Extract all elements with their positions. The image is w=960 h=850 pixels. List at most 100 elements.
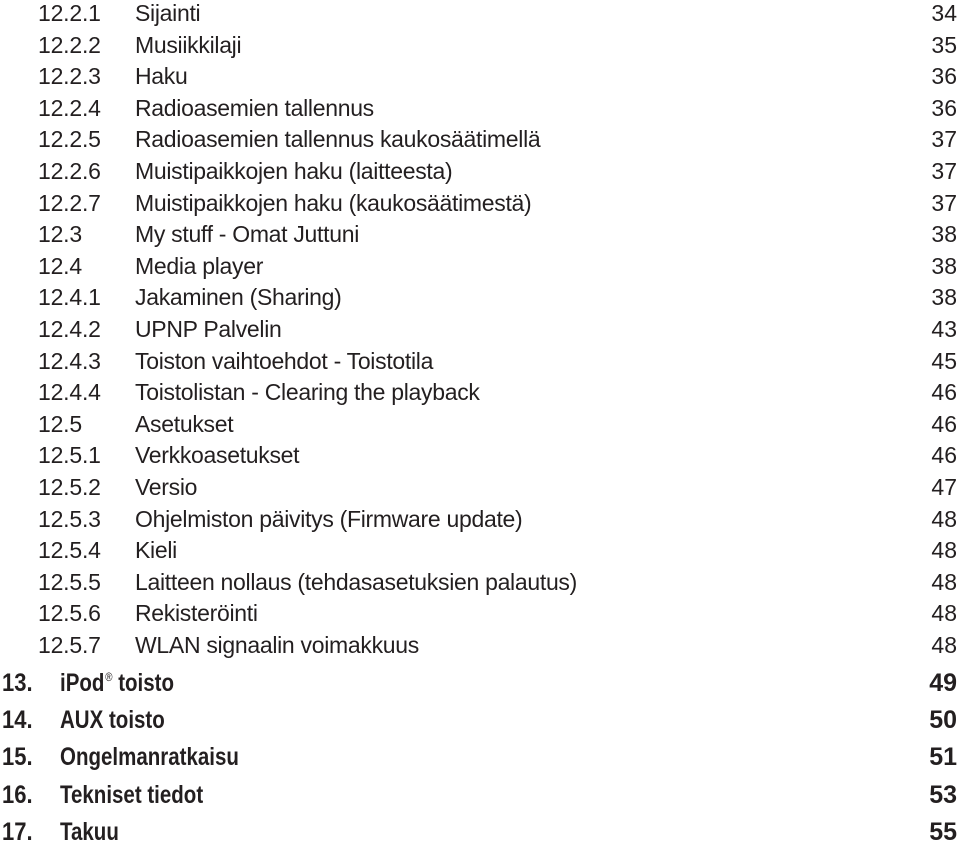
toc-chapter[interactable]: 15. Ongelmanratkaisu 51 [0, 743, 960, 775]
toc-entry-title: Musiikkilaji [135, 31, 242, 58]
toc-entry-page: 48 [931, 600, 957, 627]
toc-entry-title: Media player [135, 252, 264, 279]
toc-entry-page: 36 [931, 63, 957, 90]
toc-entry-number: 12.5.7 [38, 632, 101, 658]
toc-entry-number: 12.5.5 [38, 568, 101, 595]
toc-chapter[interactable]: 16. Tekniset tiedot 53 [0, 781, 960, 813]
toc-entry-title: WLAN signaalin voimakkuus [135, 632, 419, 658]
toc-entry-page: 35 [931, 31, 957, 58]
toc-entry-title: Haku [135, 63, 188, 90]
toc-entry[interactable]: 12.4.2 UPNP Palvelin 43 [0, 316, 960, 348]
toc-entry-page: 48 [931, 505, 957, 532]
toc-entry-page: 43 [931, 316, 957, 342]
toc-chapter-title-text: AUX toisto [60, 706, 165, 735]
toc-entry-number: 12.2.4 [38, 94, 101, 121]
toc-entry-title: Jakaminen (Sharing) [135, 284, 342, 311]
toc-entry-page: 48 [931, 537, 957, 564]
toc-entry[interactable]: 12.2.4 Radioasemien tallennus 36 [0, 95, 960, 127]
toc-entry-page: 38 [931, 221, 957, 248]
toc-entry[interactable]: 12.2.7 Muistipaikkojen haku (kaukosäätime… [0, 190, 960, 222]
toc-chapter-title: iPod® toisto [60, 669, 174, 698]
toc-entry[interactable]: 12.5.7 WLAN signaalin voimakkuus 48 [0, 632, 960, 664]
toc-entry-number: 12.3 [38, 221, 82, 248]
toc-chapter[interactable]: 17. Takuu 55 [0, 818, 960, 850]
toc-entry[interactable]: 12.2.6 Muistipaikkojen haku (laitteesta) 3… [0, 158, 960, 190]
toc-entry-number: 12.2.7 [38, 189, 101, 216]
toc-entry-title: Laitteen nollaus (tehdasasetuksien palau… [135, 568, 577, 595]
toc-chapter-number: 16. [2, 780, 33, 809]
registered-mark: ® [105, 670, 113, 684]
toc-entry[interactable]: 12.5.2 Versio 47 [0, 474, 960, 506]
toc-entry-number: 12.5.2 [38, 474, 101, 500]
toc-entry-number: 12.2.6 [38, 158, 101, 184]
toc-chapter-title-text: Tekniset tiedot [60, 780, 204, 809]
toc-entry[interactable]: 12.4.4 Toistolistan - Clearing the playba… [0, 379, 960, 411]
toc-entry[interactable]: 12.5.1 Verkkoasetukset 46 [0, 442, 960, 474]
toc-entry[interactable]: 12.5.3 Ohjelmiston päivitys (Firmware upd… [0, 506, 960, 538]
toc-entry-page: 37 [931, 126, 957, 153]
toc-entry-title: Radioasemien tallennus [135, 94, 374, 121]
toc-entry-page: 48 [931, 568, 957, 595]
toc-entry-title: Versio [135, 474, 198, 500]
toc-entry-page: 47 [931, 474, 957, 500]
toc-entry-title: Kieli [135, 537, 177, 564]
toc-entry-page: 34 [931, 0, 957, 26]
toc-entry-page: 46 [931, 410, 957, 437]
toc-chapter-page: 50 [929, 706, 957, 735]
toc-entry-title: Muistipaikkojen haku (kaukosäätimestä) [135, 189, 532, 216]
toc-entry-page: 38 [931, 252, 957, 279]
toc-entry-number: 12.2.3 [38, 63, 101, 90]
toc-entry[interactable]: 12.4.3 Toiston vaihtoehdot - Toistotila 45 [0, 348, 960, 380]
toc-entry[interactable]: 12.5.6 Rekisteröinti 48 [0, 600, 960, 632]
toc-chapter-page: 55 [929, 817, 957, 846]
toc-entry[interactable]: 12.2.1 Sijainti 34 [0, 0, 960, 32]
toc-entry-page: 45 [931, 347, 957, 374]
toc-entry[interactable]: 12.2.2 Musiikkilaji 35 [0, 32, 960, 64]
toc-entry-page: 37 [931, 189, 957, 216]
toc-entry[interactable]: 12.4.1 Jakaminen (Sharing) 38 [0, 284, 960, 316]
toc-entry-title: Toiston vaihtoehdot - Toistotila [135, 347, 434, 374]
toc-entry-number: 12.2.2 [38, 31, 101, 58]
toc-entry-page: 37 [931, 158, 957, 184]
toc-entry-page: 38 [931, 284, 957, 311]
toc-entry[interactable]: 12.5.5 Laitteen nollaus (tehdasasetuksien… [0, 569, 960, 601]
toc-entry[interactable]: 12.5.4 Kieli 48 [0, 537, 960, 569]
toc-chapter-page: 49 [929, 669, 957, 697]
toc-entry-number: 12.5.4 [38, 537, 101, 564]
toc-chapter-title: Ongelmanratkaisu [60, 743, 240, 772]
toc-entry-number: 12.4.4 [38, 379, 101, 406]
toc-entry[interactable]: 12.2.3 Haku 36 [0, 63, 960, 95]
toc-entry-title: UPNP Palvelin [135, 316, 282, 342]
toc-chapter-title: AUX toisto [60, 706, 166, 735]
toc-chapter-number: 13. [2, 669, 33, 697]
toc-chapter-title-rest: toisto [112, 669, 174, 697]
toc-entry-number: 12.4 [38, 252, 82, 279]
toc-chapter-title-text: Ongelmanratkaisu [60, 743, 239, 772]
toc-chapter-title: Tekniset tiedot [60, 781, 204, 810]
toc-entry-number: 12.5.1 [38, 442, 101, 469]
toc-entry-number: 12.2.1 [38, 0, 101, 26]
toc-entry[interactable]: 12.4 Media player 38 [0, 253, 960, 285]
toc-chapter-page: 53 [929, 780, 957, 809]
toc-entry-page: 36 [931, 94, 957, 121]
toc-entry[interactable]: 12.5 Asetukset 46 [0, 411, 960, 443]
toc-entry-number: 12.5 [38, 410, 82, 437]
toc-entry-title: Sijainti [135, 0, 201, 26]
toc-entry-title: Ohjelmiston päivitys (Firmware update) [135, 505, 523, 532]
toc-entry-title: Toistolistan - Clearing the playback [135, 379, 480, 406]
toc-chapter-number: 15. [2, 743, 33, 772]
toc-entry-title: Muistipaikkojen haku (laitteesta) [135, 158, 453, 184]
toc-chapter-number: 17. [2, 817, 33, 846]
toc-chapter[interactable]: 13. iPod® toisto 49 [0, 669, 960, 701]
toc-entry-number: 12.5.6 [38, 600, 101, 627]
toc-entry-number: 12.4.2 [38, 316, 101, 342]
toc-chapter-title-text: iPod [60, 669, 105, 697]
toc-entry-page: 48 [931, 632, 957, 658]
toc-entry[interactable]: 12.3 My stuff - Omat Juttuni 38 [0, 221, 960, 253]
toc-entry-page: 46 [931, 442, 957, 469]
toc-entry[interactable]: 12.2.5 Radioasemien tallennus kaukosäätim… [0, 126, 960, 158]
toc-entry-title: Rekisteröinti [135, 600, 258, 627]
toc-chapter-title-text: Takuu [60, 817, 119, 846]
toc-chapter[interactable]: 14. AUX toisto 50 [0, 706, 960, 738]
toc-chapter-title: Takuu [60, 818, 120, 847]
